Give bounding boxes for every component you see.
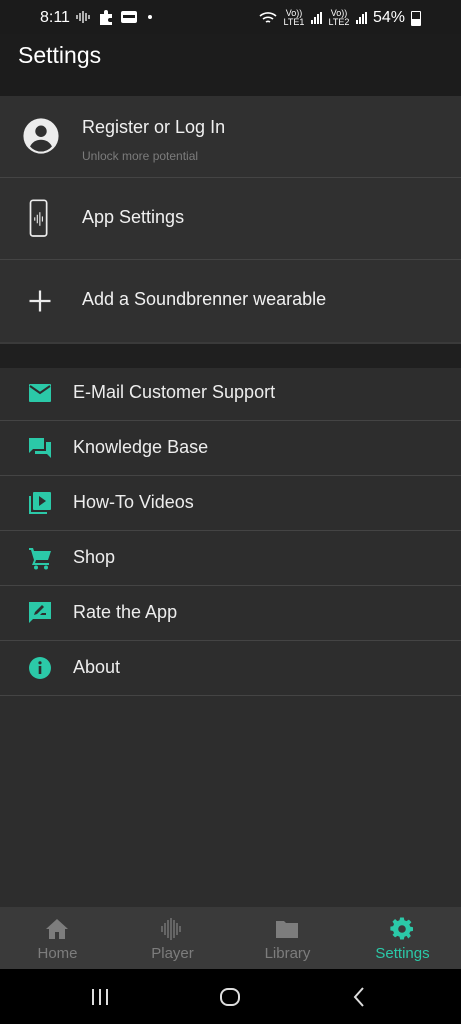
video-library-icon	[29, 492, 51, 514]
nav-label: Settings	[375, 945, 430, 962]
list-item-how-to-videos[interactable]: How-To Videos	[0, 476, 461, 531]
dot-indicator	[148, 15, 152, 19]
list-item-label: Shop	[73, 547, 116, 567]
list-item-shop[interactable]: Shop	[0, 531, 461, 586]
nav-settings[interactable]: Settings	[345, 907, 460, 969]
list-item-about[interactable]: About	[0, 641, 461, 696]
page-title: Settings	[18, 42, 102, 68]
app-notification-icon	[121, 11, 137, 23]
gear-icon	[390, 917, 413, 940]
list-item-label: E-Mail Customer Support	[73, 382, 276, 402]
nav-label: Player	[151, 945, 194, 962]
register-login-label: Register or Log In	[82, 117, 226, 137]
list-item-knowledge-base[interactable]: Knowledge Base	[0, 421, 461, 476]
system-navigation-bar	[0, 969, 461, 1024]
folder-icon	[276, 921, 298, 938]
app-settings-label: App Settings	[82, 207, 185, 227]
nav-home[interactable]: Home	[0, 907, 115, 969]
home-button-icon[interactable]	[218, 985, 242, 1009]
signal-icon-2	[355, 12, 367, 24]
status-time: 8:11	[40, 9, 70, 26]
nav-player[interactable]: Player	[115, 907, 230, 969]
section-divider	[0, 342, 461, 368]
app-bar: Settings	[0, 34, 461, 96]
rate-review-icon	[29, 602, 51, 623]
back-icon[interactable]	[348, 985, 372, 1009]
support-list: E-Mail Customer Support Knowledge Base H…	[0, 366, 461, 696]
mail-icon	[29, 384, 51, 402]
plus-icon	[29, 290, 51, 312]
list-item-label: Knowledge Base	[73, 437, 209, 457]
nav-label: Home	[37, 945, 78, 962]
chat-icon	[29, 438, 51, 458]
account-section: Register or Log In Unlock more potential…	[0, 96, 461, 342]
soundwave-notification-icon	[76, 11, 90, 23]
app-settings-row[interactable]: App Settings	[0, 178, 461, 260]
add-wearable-label: Add a Soundbrenner wearable	[82, 289, 327, 309]
nav-library[interactable]: Library	[230, 907, 345, 969]
puzzle-notification-icon	[100, 10, 112, 25]
register-login-subtitle: Unlock more potential	[82, 149, 199, 163]
add-wearable-row[interactable]: Add a Soundbrenner wearable	[0, 260, 461, 341]
register-login-row[interactable]: Register or Log In Unlock more potential	[0, 96, 461, 178]
account-circle-icon	[23, 118, 59, 154]
cart-icon	[29, 548, 51, 570]
nav-label: Library	[264, 945, 311, 962]
sim1-label: Vo)) LTE1	[283, 8, 305, 27]
status-bar: 8:11 Vo)) LTE1 Vo)) LTE2 54%	[0, 0, 461, 34]
battery-icon	[411, 10, 421, 26]
bottom-navigation: Home Player Library Settings	[0, 907, 461, 969]
phone-icon	[29, 199, 48, 237]
list-item-email-support[interactable]: E-Mail Customer Support	[0, 366, 461, 421]
list-item-label: About	[73, 657, 121, 677]
sim2-label: Vo)) LTE2	[328, 8, 350, 27]
recent-apps-icon[interactable]	[88, 985, 112, 1009]
waveform-icon	[161, 918, 181, 940]
battery-percent: 54%	[372, 9, 405, 26]
list-item-rate-app[interactable]: Rate the App	[0, 586, 461, 641]
signal-icon	[310, 12, 322, 24]
info-icon	[29, 657, 51, 679]
home-icon	[46, 919, 68, 939]
wifi-icon	[259, 12, 277, 23]
list-item-label: How-To Videos	[73, 492, 194, 512]
list-item-label: Rate the App	[73, 602, 178, 622]
